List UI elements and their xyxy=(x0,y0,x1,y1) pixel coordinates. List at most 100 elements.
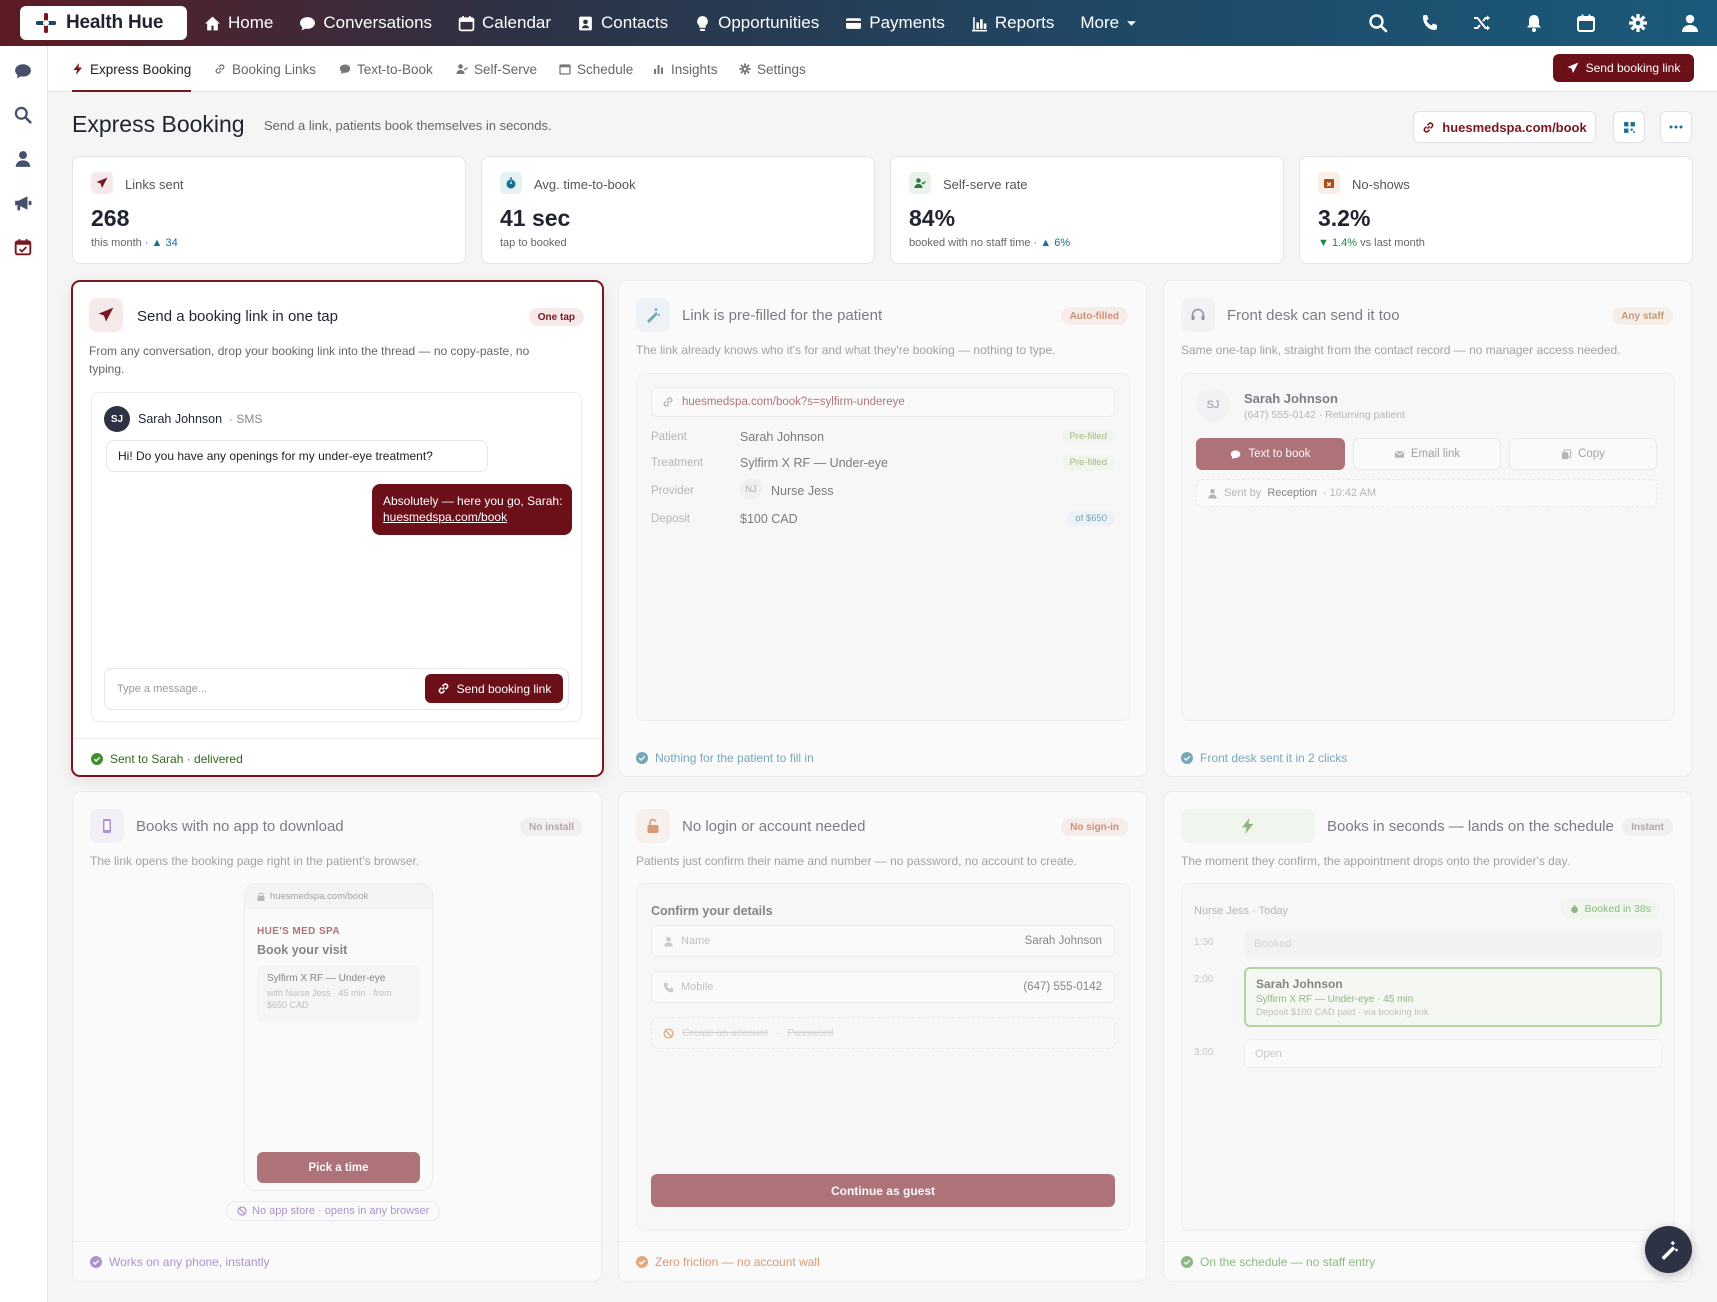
chat-icon xyxy=(300,16,316,30)
form-title: Confirm your details xyxy=(651,904,773,918)
email-link-button[interactable]: Email link xyxy=(1353,438,1501,470)
ai-assistant-button[interactable] xyxy=(1645,1226,1692,1273)
chat-icon[interactable] xyxy=(14,62,32,80)
booking-url-chip[interactable]: huesmedspa.com/book xyxy=(1413,111,1596,143)
search-icon[interactable] xyxy=(1367,12,1389,34)
message-input[interactable]: Type a message... xyxy=(117,683,207,695)
copy-icon xyxy=(1561,448,1572,459)
nav-home[interactable]: Home xyxy=(204,13,273,33)
prefilled-tag: Pre-filled xyxy=(1061,455,1115,470)
check-circle-icon xyxy=(91,753,103,765)
divider xyxy=(73,738,602,739)
bell-icon[interactable] xyxy=(1523,12,1545,34)
nav-conversations[interactable]: Conversations xyxy=(299,13,432,33)
tab-schedule[interactable]: Schedule xyxy=(559,46,633,92)
health-hue-logo-icon xyxy=(36,13,56,33)
calendar-icon[interactable] xyxy=(1575,12,1597,34)
continue-as-guest-button[interactable]: Continue as guest xyxy=(651,1174,1115,1207)
tab-self-serve[interactable]: Self-Serve xyxy=(456,46,537,92)
prefilled-url[interactable]: huesmedspa.com/book?s=sylfirm-undereye xyxy=(651,387,1115,417)
browser-url: huesmedspa.com/book xyxy=(270,891,369,902)
tab-express-booking[interactable]: Express Booking xyxy=(72,46,192,92)
kpi-subtext: booked with no staff time · ▲ 6% xyxy=(909,237,1070,249)
nav-reports[interactable]: Reports xyxy=(971,13,1054,33)
name-field[interactable]: Name Sarah Johnson xyxy=(651,925,1115,957)
lightning-icon xyxy=(1181,809,1315,843)
check-circle-icon xyxy=(1181,752,1193,764)
send-booking-link-button[interactable]: Send booking link xyxy=(425,674,563,703)
kpi-links-sent: Links sent 268 this month · ▲ 34 xyxy=(72,156,466,264)
kpi-label: Self-serve rate xyxy=(943,177,1028,192)
prefilled-url-text: huesmedspa.com/book?s=sylfirm-undereye xyxy=(682,396,905,408)
tab-insights[interactable]: Insights xyxy=(653,46,718,92)
avatar: NJ xyxy=(740,478,762,500)
tab-text-to-book[interactable]: Text-to-Book xyxy=(339,46,433,92)
check-circle-icon xyxy=(636,752,648,764)
card-description: The link opens the booking page right in… xyxy=(90,854,420,868)
mobile-field[interactable]: Mobile (647) 555-0142 xyxy=(651,971,1115,1003)
nav-more[interactable]: More xyxy=(1080,13,1137,33)
booking-link[interactable]: huesmedspa.com/book xyxy=(383,509,572,525)
tab-express-booking-label: Express Booking xyxy=(90,61,192,77)
nav-calendar[interactable]: Calendar xyxy=(458,13,551,33)
person-icon[interactable] xyxy=(14,150,32,168)
gear-icon[interactable] xyxy=(1627,12,1649,34)
card-description: Patients just confirm their name and num… xyxy=(636,854,1077,868)
kpi-subtext: ▼ 1.4% vs last month xyxy=(1318,237,1425,249)
search-icon[interactable] xyxy=(14,106,32,124)
tab-booking-links-label: Booking Links xyxy=(232,61,317,77)
field-label: Deposit xyxy=(651,513,690,525)
pick-a-time-button[interactable]: Pick a time xyxy=(257,1152,420,1183)
tab-self-serve-label: Self-Serve xyxy=(474,61,538,77)
new-appointment[interactable]: Sarah Johnson Sylfirm X RF — Under-eye ·… xyxy=(1244,967,1662,1027)
qr-code-button[interactable] xyxy=(1613,111,1645,143)
stopwatch-icon xyxy=(500,172,522,194)
prefilled-tag: Pre-filled xyxy=(1061,429,1115,444)
card-description: The link already knows who it's for and … xyxy=(636,343,1056,357)
open-slot[interactable]: Open xyxy=(1244,1039,1662,1068)
text-to-book-button[interactable]: Text to book xyxy=(1196,438,1345,470)
nav-payments[interactable]: Payments xyxy=(845,13,945,33)
tab-settings[interactable]: Settings xyxy=(739,46,806,92)
nav-contacts[interactable]: Contacts xyxy=(577,13,668,33)
field-label: Patient xyxy=(651,431,687,443)
check-circle-icon xyxy=(90,1256,102,1268)
kpi-subtext: this month · ▲ 34 xyxy=(91,237,178,249)
copy-link-button[interactable]: Copy xyxy=(1509,438,1657,470)
card-footer-text: Zero friction — no account wall xyxy=(655,1255,820,1269)
card-badge: No sign-in xyxy=(1061,818,1128,836)
booking-url-text: huesmedspa.com/book xyxy=(1442,119,1587,135)
link-icon xyxy=(1423,121,1434,133)
nav-opportunities[interactable]: Opportunities xyxy=(694,13,819,33)
tab-settings-label: Settings xyxy=(757,61,806,77)
booked-in-text: Booked in 38s xyxy=(1584,903,1651,915)
more-options-button[interactable] xyxy=(1660,111,1692,143)
conversation-thread: SJ Sarah Johnson · SMS Hi! Do you have a… xyxy=(91,392,582,722)
user-check-icon xyxy=(909,172,931,194)
calendar-check-icon[interactable] xyxy=(14,238,32,256)
kpi-delta: ▲ 34 xyxy=(151,237,178,249)
megaphone-icon[interactable] xyxy=(14,194,32,212)
envelope-icon xyxy=(1394,450,1404,458)
link-icon xyxy=(438,683,448,694)
calendar-icon xyxy=(458,15,475,31)
check-circle-icon xyxy=(636,1256,648,1268)
booking-heading: Book your visit xyxy=(257,943,348,957)
send-booking-link-button[interactable]: Send booking link xyxy=(1553,54,1694,82)
phone-icon[interactable] xyxy=(1419,12,1441,34)
tab-text-to-book-label: Text-to-Book xyxy=(357,61,433,77)
card-title: Books with no app to download xyxy=(136,818,344,835)
stopwatch-icon xyxy=(1571,904,1579,914)
nav-calendar-label: Calendar xyxy=(482,13,552,32)
chat-icon xyxy=(1231,449,1241,459)
tab-booking-links[interactable]: Booking Links xyxy=(214,46,316,92)
phone-icon xyxy=(663,982,674,993)
bar-chart-icon xyxy=(971,16,987,31)
card-footer-text: Works on any phone, instantly xyxy=(109,1255,270,1269)
check-circle-icon xyxy=(1181,1256,1193,1268)
shuffle-icon[interactable] xyxy=(1471,12,1493,34)
card-title: Link is pre-filled for the patient xyxy=(682,307,883,324)
user-profile-icon[interactable] xyxy=(1679,12,1701,34)
brand-logo[interactable]: Health Hue xyxy=(20,6,187,40)
send-booking-link-label: Send booking link xyxy=(1585,61,1681,75)
